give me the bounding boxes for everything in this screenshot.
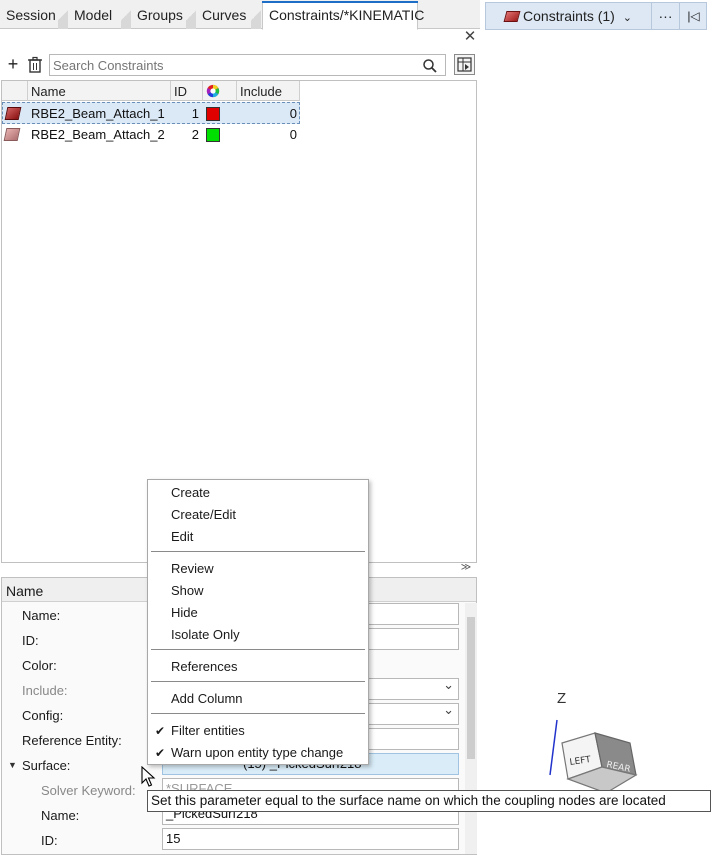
collapse-icon: |◁ (687, 9, 700, 23)
table-header: Name ID Include (2, 81, 300, 101)
tab-label: Groups (137, 7, 183, 23)
row-include: 0 (289, 106, 297, 121)
menu-item-filter-entities[interactable]: ✔ Filter entities (155, 721, 245, 741)
property-scrollbar[interactable] (465, 603, 477, 854)
checkmark-icon: ✔ (155, 724, 166, 738)
tab-strip: Session Model Groups Curves Constraints/… (0, 0, 480, 30)
menu-item-isolate-only[interactable]: Isolate Only (171, 625, 240, 645)
color-swatch[interactable] (206, 107, 220, 121)
column-header-color[interactable] (203, 81, 237, 101)
row-include: 0 (289, 127, 297, 142)
tab-label: Model (74, 7, 113, 23)
icon-column-header[interactable] (2, 81, 28, 101)
menu-separator (151, 681, 365, 682)
column-header-id[interactable]: ID (171, 81, 203, 101)
column-chooser-icon (457, 57, 472, 72)
constraint-icon (503, 11, 521, 22)
constraint-icon (3, 128, 21, 141)
collapse-button[interactable]: |◁ (679, 3, 707, 29)
menu-item-warn-entity-type-change[interactable]: ✔ Warn upon entity type change (155, 743, 344, 763)
menu-item-hide[interactable]: Hide (171, 603, 198, 623)
tab-groups[interactable]: Groups (131, 2, 196, 29)
mouse-cursor-icon (141, 766, 156, 787)
field-label-surface-id: ID: (41, 833, 58, 848)
constraint-icon (4, 107, 22, 120)
menu-separator (151, 649, 365, 650)
entity-selector-dropdown[interactable]: Constraints (1) ⌄ (486, 3, 651, 29)
close-icon[interactable]: ✕ (463, 29, 477, 44)
entity-toolbar: Constraints (1) ⌄ ··· |◁ (485, 2, 707, 30)
menu-item-create-edit[interactable]: Create/Edit (171, 505, 236, 525)
trash-icon[interactable] (27, 56, 43, 74)
column-header-include[interactable]: Include (237, 81, 300, 101)
context-menu: Create Create/Edit Edit Review Show Hide… (147, 479, 369, 765)
chevron-down-icon[interactable]: ▼ (8, 760, 17, 770)
surface-id-field[interactable]: 15 (162, 828, 459, 850)
menu-item-label: Warn upon entity type change (171, 745, 344, 760)
field-label-solver-keyword: Solver Keyword: (41, 783, 136, 798)
more-button[interactable]: ··· (651, 3, 679, 29)
tab-curves[interactable]: Curves (196, 2, 261, 29)
menu-item-review[interactable]: Review (171, 559, 214, 579)
row-id: 1 (191, 106, 199, 121)
expand-panel-icon[interactable]: ≫ (460, 563, 472, 575)
column-chooser-button[interactable] (454, 54, 475, 75)
tab-model[interactable]: Model (68, 2, 131, 29)
field-label-name: Name: (22, 608, 61, 623)
add-icon[interactable]: + (6, 55, 20, 73)
menu-item-create[interactable]: Create (171, 483, 210, 503)
search-input[interactable] (49, 54, 446, 76)
field-label-config: Config: (22, 708, 64, 723)
tab-label: Constraints/*KINEMATIC (269, 7, 425, 23)
z-axis-label: Z (557, 690, 567, 707)
field-label-color: Color: (22, 658, 57, 673)
row-name: RBE2_Beam_Attach_1 (31, 106, 165, 121)
tab-session[interactable]: Session (0, 2, 68, 29)
menu-item-label: Filter entities (171, 723, 245, 738)
menu-separator (151, 713, 365, 714)
chevron-down-icon: ⌄ (622, 12, 632, 24)
column-header-name[interactable]: Name (28, 81, 171, 101)
field-label-surface: Surface: (22, 758, 71, 773)
row-name: RBE2_Beam_Attach_2 (31, 127, 165, 142)
search-icon[interactable] (422, 58, 438, 74)
more-icon: ··· (658, 8, 673, 24)
menu-item-show[interactable]: Show (171, 581, 204, 601)
row-id: 2 (191, 127, 199, 142)
entity-selector-label: Constraints (1) (523, 8, 615, 24)
table-row[interactable]: RBE2_Beam_Attach_2 2 0 (2, 124, 300, 146)
menu-item-references[interactable]: References (171, 657, 237, 677)
table-row[interactable]: RBE2_Beam_Attach_1 1 0 (2, 102, 300, 124)
tab-label: Curves (202, 7, 247, 23)
field-label-include: Include: (22, 683, 68, 698)
field-label-id: ID: (22, 633, 39, 648)
color-wheel-icon (206, 84, 220, 98)
menu-item-add-column[interactable]: Add Column (171, 689, 243, 709)
menu-separator (151, 551, 365, 552)
tab-constraints[interactable]: Constraints/*KINEMATIC (262, 1, 424, 30)
color-swatch[interactable] (206, 128, 220, 142)
tab-label: Session (6, 7, 56, 23)
tooltip: Set this parameter equal to the surface … (147, 790, 711, 812)
checkmark-icon: ✔ (155, 746, 166, 760)
menu-item-edit[interactable]: Edit (171, 527, 193, 547)
field-label-reference-entity: Reference Entity: (22, 733, 122, 748)
field-label-surface-name: Name: (41, 808, 80, 823)
